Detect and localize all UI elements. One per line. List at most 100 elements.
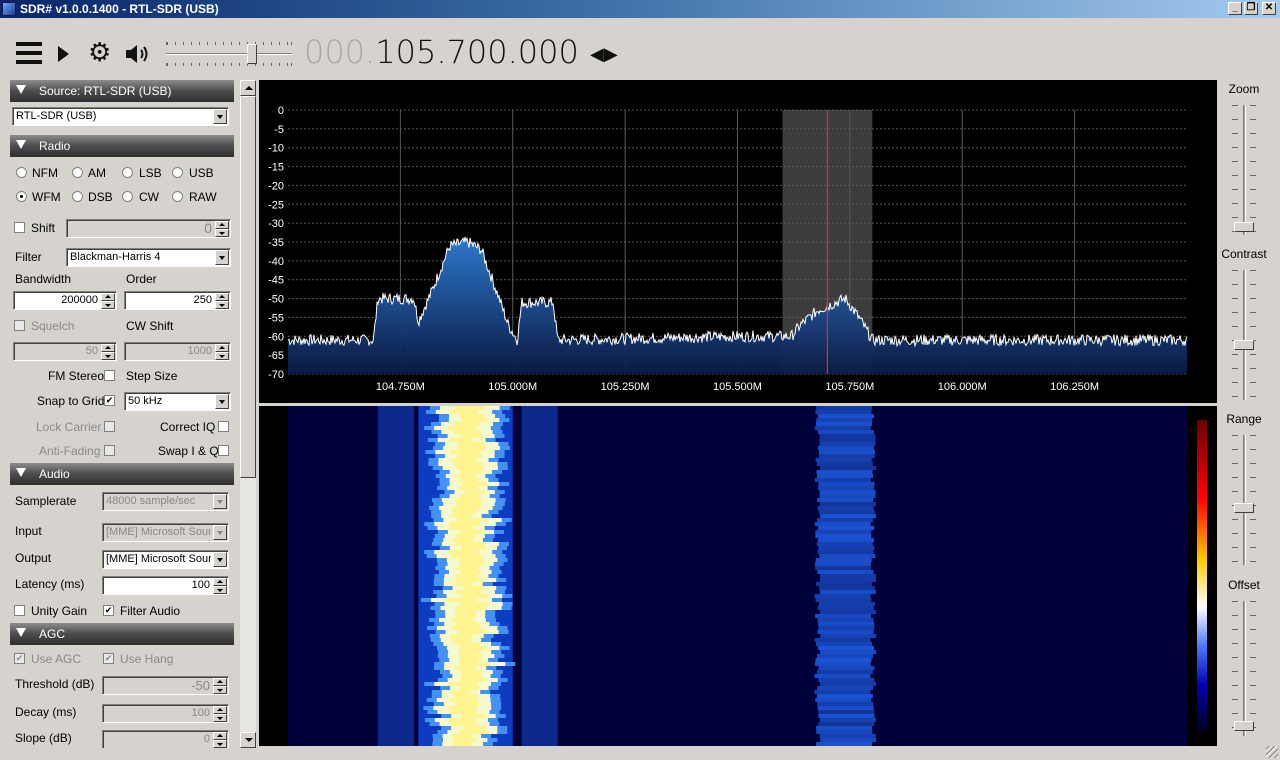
volume-slider[interactable] xyxy=(166,42,292,66)
output-device-select[interactable]: [MME] Microsoft Sound Mapper xyxy=(102,550,229,569)
title-bar: SDR# v1.0.0.1400 - RTL-SDR (USB) _ ❐ ✕ xyxy=(0,0,1280,18)
waterfall-row xyxy=(815,614,871,618)
frequency-value[interactable]: 105.700.000 xyxy=(375,33,579,71)
mode-radio-raw[interactable] xyxy=(172,191,183,202)
mode-label-lsb: LSB xyxy=(139,166,162,180)
mode-label-raw: RAW xyxy=(189,190,217,204)
fm-stereo-checkbox[interactable] xyxy=(104,370,115,381)
waterfall-row xyxy=(817,606,874,610)
menu-icon[interactable] xyxy=(16,42,42,64)
waterfall-row xyxy=(815,558,872,562)
offset-slider[interactable] xyxy=(1232,601,1256,736)
waterfall-row xyxy=(459,558,485,562)
close-button[interactable]: ✕ xyxy=(1262,2,1276,15)
unity-gain-checkbox[interactable] xyxy=(14,605,25,616)
mode-radio-wfm[interactable] xyxy=(16,191,27,202)
range-slider[interactable] xyxy=(1232,435,1256,565)
panel-scrollbar[interactable] xyxy=(240,80,256,748)
waterfall-row xyxy=(450,710,477,714)
filter-select[interactable]: Blackman-Harris 4 xyxy=(66,248,231,267)
waterfall-row xyxy=(818,526,875,530)
latency-label: Latency (ms) xyxy=(15,577,85,591)
waterfall-row xyxy=(450,634,473,638)
radio-section-header[interactable]: Radio xyxy=(10,135,234,157)
output-label: Output xyxy=(15,551,52,565)
step-size-select[interactable]: 50 kHz xyxy=(124,392,231,411)
filter-audio-checkbox[interactable] xyxy=(103,605,114,616)
waterfall-display[interactable] xyxy=(259,406,1217,746)
scroll-down-arrow-icon[interactable] xyxy=(240,732,256,748)
gear-icon[interactable]: ⚙ xyxy=(88,40,111,66)
offset-slider-thumb[interactable] xyxy=(1234,721,1254,731)
bandwidth-spinner[interactable]: 200000 xyxy=(13,291,117,310)
source-section-header[interactable]: Source: RTL-SDR (USB) xyxy=(10,80,234,102)
waterfall-row xyxy=(814,426,871,430)
order-label: Order xyxy=(126,272,157,286)
waterfall-row xyxy=(448,718,475,722)
decay-spinner[interactable]: 100 xyxy=(102,704,229,723)
contrast-slider[interactable] xyxy=(1232,270,1256,400)
resize-grip-icon[interactable] xyxy=(1266,746,1278,758)
samplerate-value: 48000 sample/sec xyxy=(106,495,196,507)
zoom-slider-thumb[interactable] xyxy=(1234,222,1254,232)
squelch-spinner[interactable]: 50 xyxy=(13,342,117,361)
y-tick-label: -50 xyxy=(268,294,284,306)
use-hang-checkbox[interactable] xyxy=(103,653,114,664)
source-device-select[interactable]: RTL-SDR (USB) xyxy=(12,107,229,126)
latency-spinner[interactable]: 100 xyxy=(102,576,229,595)
waterfall-row xyxy=(453,462,483,466)
zoom-slider[interactable] xyxy=(1232,105,1256,235)
mode-radio-am[interactable] xyxy=(72,167,83,178)
lock-carrier-checkbox[interactable] xyxy=(104,421,115,432)
speaker-icon[interactable] xyxy=(124,42,152,69)
waterfall-row xyxy=(816,462,873,466)
waterfall-row xyxy=(814,690,871,694)
contrast-slider-thumb[interactable] xyxy=(1234,340,1254,350)
swap-iq-checkbox[interactable] xyxy=(218,445,229,456)
waterfall-row xyxy=(820,466,876,470)
use-agc-checkbox[interactable] xyxy=(14,653,25,664)
correct-iq-checkbox[interactable] xyxy=(218,421,229,432)
waterfall-row xyxy=(818,714,875,718)
mode-radio-cw[interactable] xyxy=(122,191,133,202)
play-icon[interactable] xyxy=(58,46,69,62)
scrollbar-thumb[interactable] xyxy=(240,96,256,478)
waterfall-row xyxy=(453,510,477,514)
anti-fading-checkbox[interactable] xyxy=(104,445,115,456)
mode-radio-lsb[interactable] xyxy=(122,167,133,178)
snap-to-grid-checkbox[interactable] xyxy=(104,395,115,406)
volume-slider-thumb[interactable] xyxy=(247,44,257,64)
filter-label: Filter xyxy=(15,250,42,264)
frequency-display[interactable]: 000.105.700.000 xyxy=(304,33,579,71)
range-slider-thumb[interactable] xyxy=(1234,503,1254,513)
frequency-step-arrows-icon[interactable]: ◀▶ xyxy=(590,44,618,65)
audio-section-header[interactable]: Audio xyxy=(10,463,234,485)
slope-spinner[interactable]: 0 xyxy=(102,730,229,748)
shift-checkbox[interactable] xyxy=(14,222,25,233)
waterfall-row xyxy=(451,554,481,558)
use-agc-label: Use AGC xyxy=(31,652,82,666)
scroll-up-arrow-icon[interactable] xyxy=(240,80,256,96)
samplerate-select[interactable]: 48000 sample/sec xyxy=(102,492,229,511)
mode-radio-nfm[interactable] xyxy=(16,167,27,178)
input-device-select[interactable]: [MME] Microsoft Sound Mapper xyxy=(102,523,229,542)
maximize-button[interactable]: ❐ xyxy=(1244,2,1258,15)
agc-section-header[interactable]: AGC xyxy=(10,623,234,645)
waterfall-row xyxy=(460,470,482,474)
waterfall-row xyxy=(815,698,872,702)
waterfall-row xyxy=(459,562,483,566)
shift-spinner[interactable]: 0 xyxy=(66,219,231,238)
mode-label-dsb: DSB xyxy=(88,190,113,204)
squelch-checkbox[interactable] xyxy=(14,320,25,331)
mode-radio-usb[interactable] xyxy=(172,167,183,178)
order-spinner[interactable]: 250 xyxy=(124,291,231,310)
threshold-spinner[interactable]: -50 xyxy=(102,676,229,695)
mode-radio-dsb[interactable] xyxy=(72,191,83,202)
minimize-button[interactable]: _ xyxy=(1228,2,1242,15)
waterfall-row xyxy=(814,562,871,566)
spectrum-chart[interactable]: 0 -5 -10 -15 -20 -25 -30 -35 -40 -45 -50 -55 -60 -65 -… xyxy=(259,80,1217,403)
waterfall-row xyxy=(820,634,877,638)
cw-shift-spinner[interactable]: 1000 xyxy=(124,342,231,361)
spectrum-analyzer[interactable]: 0 -5 -10 -15 -20 -25 -30 -35 -40 -45 -50 -55 -60 -65 -… xyxy=(259,80,1217,403)
window-title: SDR# v1.0.0.1400 - RTL-SDR (USB) xyxy=(20,2,219,16)
